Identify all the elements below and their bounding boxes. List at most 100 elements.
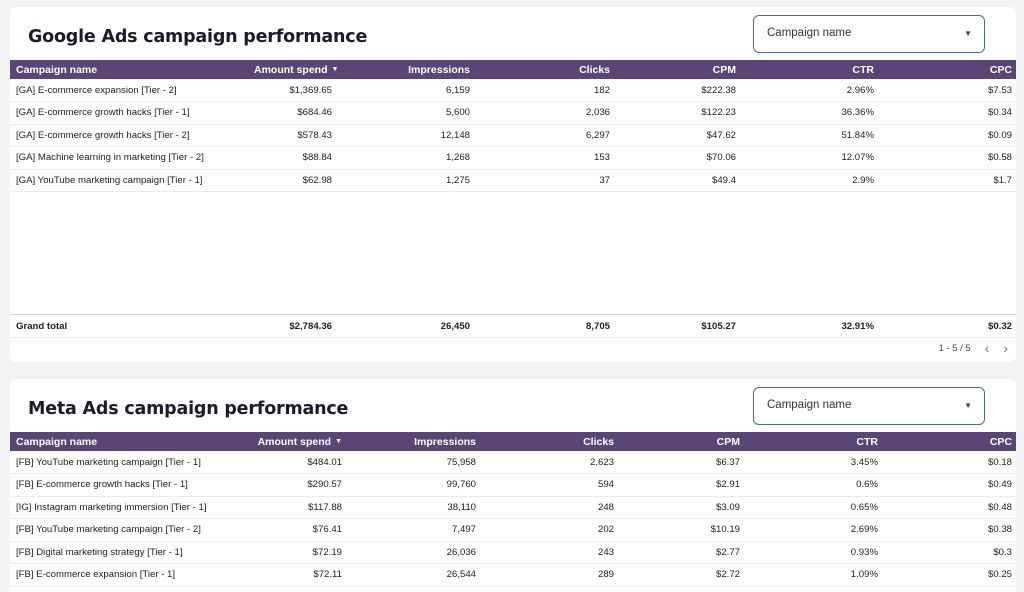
cell-amount-spend: $290.57 [307,479,342,491]
cell-cpm: $122.23 [701,107,736,119]
meta-campaign-filter-dropdown[interactable]: Campaign name ▼ [753,387,985,425]
cell-campaign-name: [GA] E-commerce growth hacks [Tier - 2] [16,129,190,141]
cell-amount-spend: $72.11 [313,569,342,581]
table-row[interactable]: [GA] E-commerce expansion [Tier - 2] $1,… [10,79,1016,102]
meta-ads-title: Meta Ads campaign performance [28,399,349,419]
cell-amount-spend: $1,369.65 [289,84,332,96]
cell-impressions: 26,544 [446,569,476,581]
cell-ctr: 0.65% [850,501,878,513]
dropdown-label: Campaign name [767,27,852,39]
meta-ads-panel: Meta Ads campaign performance Campaign n… [10,379,1016,592]
header-clicks[interactable]: Clicks [474,60,614,79]
cell-cpc: $0.48 [987,501,1012,513]
cell-clicks: 6,297 [585,129,610,141]
cell-clicks: 2,036 [585,107,610,119]
cell-impressions: 6,159 [445,84,470,96]
cell-campaign-name: [GA] Machine learning in marketing [Tier… [16,152,204,164]
cell-ctr: 2.9% [852,174,874,186]
table-row[interactable]: [IG] Instagram marketing immersion [Tier… [10,496,1016,519]
pagination-range: 1 - 5 / 5 [938,342,971,354]
google-ads-panel: Google Ads campaign performance Campaign… [10,7,1016,362]
dropdown-label: Campaign name [767,399,852,411]
cell-campaign-name: [FB] E-commerce expansion [Tier - 1] [16,569,176,581]
total-clicks: 8,705 [585,320,610,332]
cell-impressions: 5,600 [445,107,470,119]
cell-clicks: 248 [597,501,614,513]
cell-ctr: 0.93% [850,546,878,558]
table-row[interactable]: [FB] YouTube marketing campaign [Tier - … [10,519,1016,541]
cell-campaign-name: [FB] Digital marketing strategy [Tier - … [16,546,183,558]
chevron-left-icon[interactable]: ‹ [985,340,990,356]
cell-cpm: $49.4 [711,174,736,186]
google-ads-title: Google Ads campaign performance [28,27,368,47]
cell-amount-spend: $62.98 [302,174,332,186]
cell-clicks: 153 [593,152,610,164]
cell-clicks: 37 [599,174,610,186]
cell-campaign-name: [GA] E-commerce expansion [Tier - 2] [16,84,177,96]
table-row[interactable]: [FB] YouTube marketing campaign [Tier - … [10,451,1016,474]
cell-ctr: 36.36% [841,107,874,119]
header-amount-spend[interactable]: Amount spend ▼ [250,432,346,451]
header-amount-spend[interactable]: Amount spend ▼ [250,60,338,79]
cell-ctr: 2.69% [850,524,878,536]
header-cpc[interactable]: CPC [878,60,1016,79]
cell-campaign-name: [GA] YouTube marketing campaign [Tier - … [16,174,203,186]
header-cpm[interactable]: CPM [614,60,740,79]
header-impressions[interactable]: Impressions [346,432,480,451]
meta-ads-table: Campaign name Amount spend ▼ Impressions … [10,432,1016,587]
cell-amount-spend: $684.46 [297,107,332,119]
table-row[interactable]: [GA] Machine learning in marketing [Tier… [10,147,1016,169]
total-label: Grand total [16,320,68,332]
header-impressions[interactable]: Impressions [336,60,474,79]
header-ctr[interactable]: CTR [744,432,882,451]
header-campaign-name[interactable]: Campaign name [10,60,250,79]
cell-cpm: $70.06 [706,152,736,164]
table-row[interactable]: [GA] E-commerce growth hacks [Tier - 2] … [10,124,1016,147]
total-impressions: 26,450 [440,320,470,332]
caret-down-icon: ▼ [964,29,972,38]
cell-amount-spend: $72.19 [312,546,342,558]
cell-cpm: $10.19 [710,524,740,536]
cell-amount-spend: $76.41 [312,524,342,536]
pagination: 1 - 5 / 5 ‹ › [938,340,1008,356]
cell-clicks: 243 [597,546,614,558]
google-campaign-filter-dropdown[interactable]: Campaign name ▼ [753,15,985,53]
cell-amount-spend: $117.88 [308,501,342,513]
cell-cpm: $2.77 [715,546,740,558]
header-cpc[interactable]: CPC [882,432,1016,451]
cell-cpc: $0.34 [987,107,1012,119]
cell-cpm: $222.38 [701,84,736,96]
cell-cpc: $0.49 [987,479,1012,491]
header-cpm[interactable]: CPM [618,432,744,451]
header-ctr[interactable]: CTR [740,60,878,79]
cell-impressions: 1,275 [445,174,470,186]
cell-campaign-name: [FB] E-commerce growth hacks [Tier - 1] [16,479,188,491]
header-clicks[interactable]: Clicks [480,432,618,451]
cell-ctr: 51.84% [841,129,874,141]
table-row[interactable]: [FB] Digital marketing strategy [Tier - … [10,541,1016,564]
header-campaign-name[interactable]: Campaign name [10,432,250,451]
cell-cpc: $0.25 [987,569,1012,581]
table-header-row: Campaign name Amount spend ▼ Impressions … [10,432,1016,451]
grand-total-row: Grand total $2,784.36 26,450 8,705 $105.… [10,314,1016,338]
cell-clicks: 594 [597,479,614,491]
cell-campaign-name: [GA] E-commerce growth hacks [Tier - 1] [16,107,190,119]
cell-impressions: 7,497 [451,524,476,536]
cell-impressions: 99,760 [446,479,476,491]
cell-clicks: 182 [593,84,610,96]
chevron-right-icon[interactable]: › [1003,340,1008,356]
total-amount-spend: $2,784.36 [289,320,332,332]
cell-clicks: 202 [597,524,614,536]
total-ctr: 32.91% [841,320,874,332]
cell-impressions: 26,036 [446,546,476,558]
cell-cpc: $0.09 [987,129,1012,141]
cell-clicks: 289 [597,569,614,581]
table-row[interactable]: [GA] YouTube marketing campaign [Tier - … [10,169,1016,192]
table-row[interactable]: [GA] E-commerce growth hacks [Tier - 1] … [10,102,1016,124]
cell-ctr: 2.96% [846,84,874,96]
cell-cpc: $0.3 [993,546,1012,558]
table-row[interactable]: [FB] E-commerce expansion [Tier - 1] $72… [10,564,1016,586]
google-ads-table: Campaign name Amount spend ▼ Impressions … [10,60,1016,192]
cell-cpm: $2.72 [715,569,740,581]
table-row[interactable]: [FB] E-commerce growth hacks [Tier - 1] … [10,474,1016,496]
